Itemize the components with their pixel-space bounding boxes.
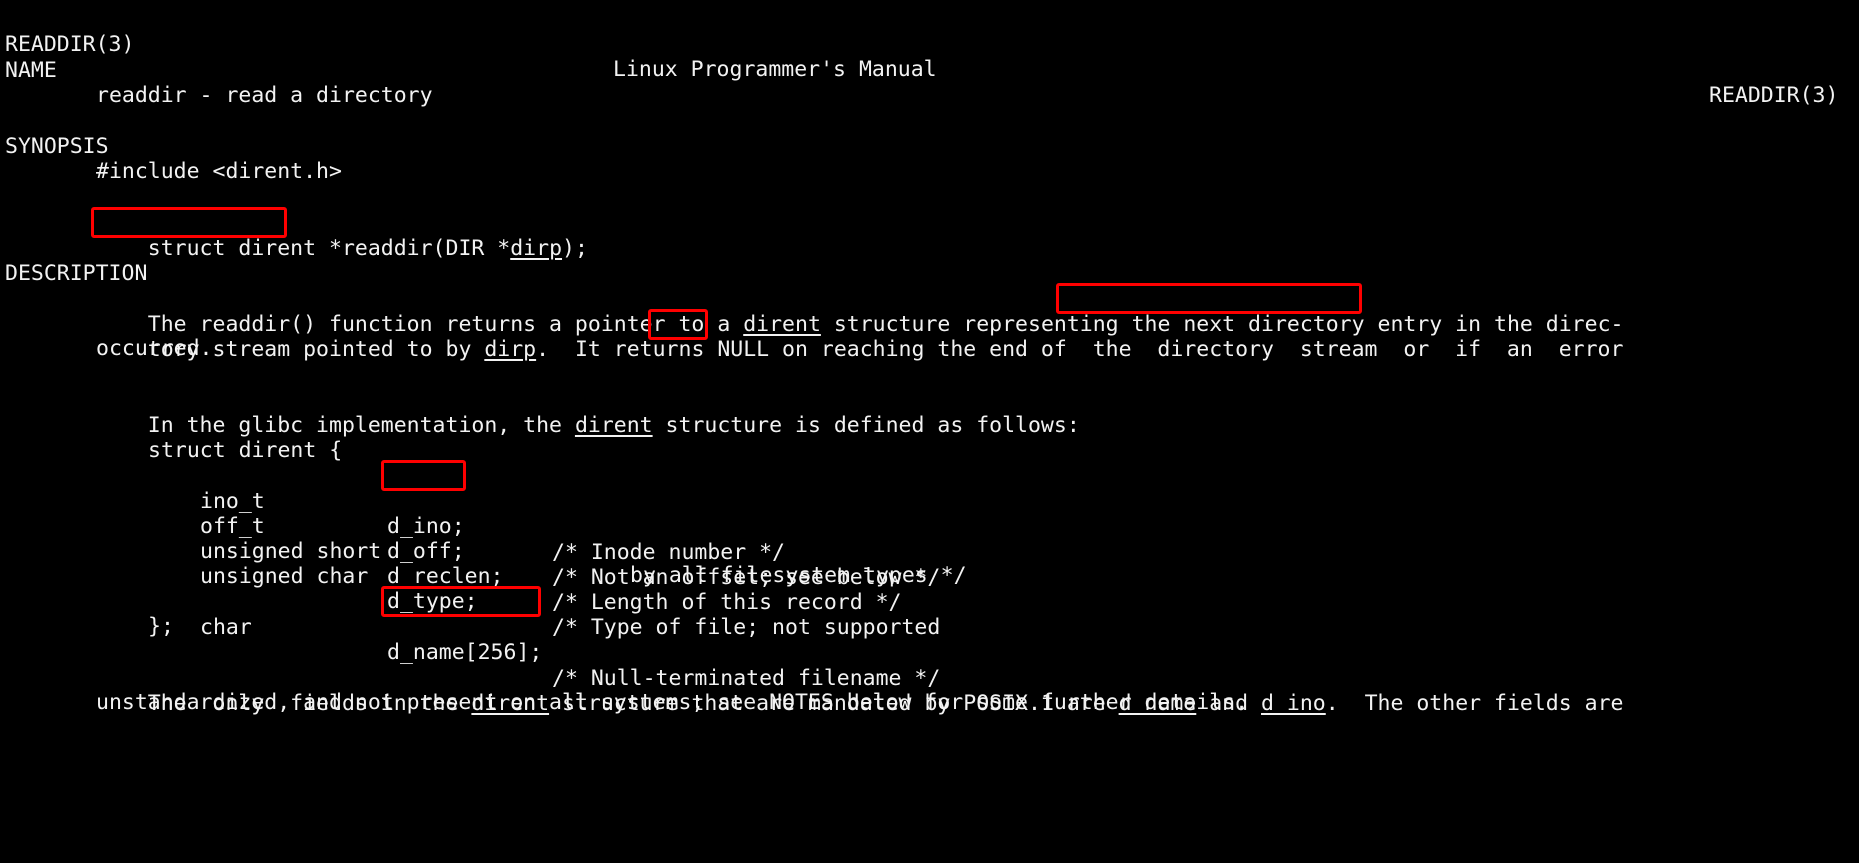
struct-open: struct dirent {	[148, 438, 343, 463]
man-header-center: Linux Programmer's Manual	[613, 57, 937, 82]
struct-field-row: off_t d_off; /* Not an offset; see below…	[0, 488, 940, 590]
section-heading-synopsis: SYNOPSIS	[5, 134, 109, 159]
synopsis-prototype-fn: readdir(DIR *	[341, 235, 511, 261]
desc-p3-l1-dino: d_ino	[1261, 690, 1326, 716]
man-header-right: READDIR(3)	[1709, 82, 1839, 108]
struct-field-row: unsigned char d_type; /* Type of file; n…	[0, 538, 940, 640]
struct-field-name: d_off;	[387, 539, 465, 564]
struct-field-row: unsigned short d_reclen; /* Length of th…	[0, 513, 902, 615]
desc-p1-l2-b: . It returns	[536, 336, 718, 362]
struct-field-comment-continuation: by all filesystem types */	[630, 563, 967, 588]
struct-field-comment: /* Length of this record */	[552, 589, 902, 615]
struct-field-comment: /* Inode number */	[552, 539, 785, 565]
description-paragraph3-line2: unstandardized, and not present on all s…	[96, 690, 1249, 715]
desc-p2-a: In the glibc implementation, the	[147, 412, 575, 438]
struct-field-type: unsigned short	[200, 538, 382, 564]
struct-field-row: char d_name[256]; /* Null-terminated fil…	[0, 589, 940, 691]
struct-field-type: ino_t	[200, 488, 265, 514]
synopsis-prototype-type: struct dirent *	[147, 235, 342, 261]
man-header: READDIR(3) Linux Programmer's Manual REA…	[0, 6, 1859, 108]
synopsis-include: #include <dirent.h>	[96, 159, 342, 184]
struct-field-type: char	[200, 614, 252, 640]
struct-field-type: unsigned char	[200, 563, 369, 589]
description-paragraph1-line1: The readdir() function returns a pointer…	[96, 286, 1624, 337]
struct-field-d-name: d_name[256];	[387, 640, 543, 665]
desc-p3-l1-d: . The other fields are	[1325, 690, 1624, 716]
description-paragraph1-line3: occurred.	[96, 336, 213, 361]
description-paragraph2: In the glibc implementation, the dirent …	[96, 387, 1080, 438]
struct-field-d-ino: d_ino;	[387, 514, 465, 539]
description-paragraph3-line1: The only fields in the dirent structure …	[96, 665, 1624, 716]
man-header-left: READDIR(3)	[5, 31, 135, 57]
struct-field-row: ino_t d_ino; /* Inode number */	[0, 463, 785, 565]
struct-field-name: d_type;	[387, 589, 478, 614]
synopsis-prototype-tail: );	[562, 235, 588, 261]
name-body: readdir - read a directory	[96, 83, 433, 108]
section-heading-description: DESCRIPTION	[5, 261, 148, 286]
struct-field-comment: /* Type of file; not supported	[552, 614, 941, 640]
desc-p1-l2-c: on reaching the end of the directory str…	[769, 336, 1624, 362]
description-paragraph1-line2: tory stream pointed to by dirp. It retur…	[96, 311, 1624, 362]
desc-p2-b: structure is defined as follows:	[652, 412, 1080, 438]
desc-p1-l2-dirp: dirp	[484, 336, 537, 362]
synopsis-prototype: struct dirent *readdir(DIR *dirp);	[96, 210, 588, 261]
struct-field-type: off_t	[200, 513, 265, 539]
synopsis-prototype-param: dirp	[510, 235, 563, 261]
struct-close: };	[148, 614, 174, 639]
section-heading-name: NAME	[5, 58, 57, 83]
terminal-man-page: READDIR(3) Linux Programmer's Manual REA…	[0, 0, 1859, 863]
struct-field-name: d_reclen;	[387, 564, 504, 589]
description-null-return: NULL	[717, 336, 770, 362]
annotation-box-d-ino	[381, 460, 466, 491]
desc-p2-dirent: dirent	[574, 412, 653, 438]
